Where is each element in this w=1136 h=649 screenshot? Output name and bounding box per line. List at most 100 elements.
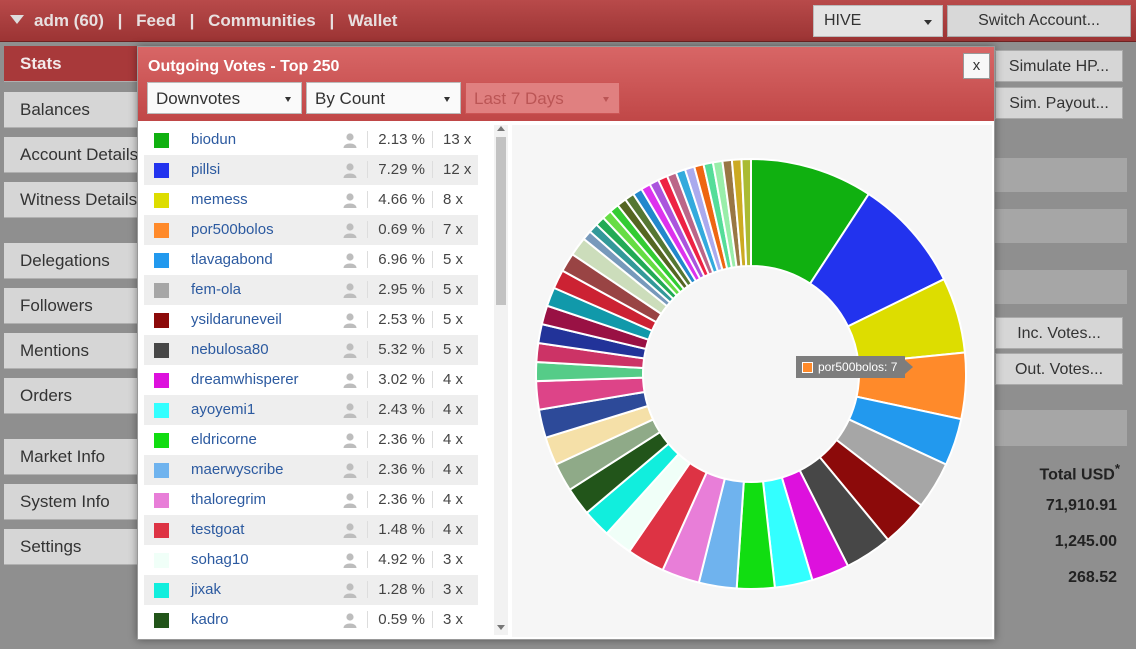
- voter-link[interactable]: eldricorne: [191, 431, 257, 448]
- vote-type-select[interactable]: Downvotes: [147, 82, 302, 114]
- sidebar-item-witness-details[interactable]: Witness Details: [4, 182, 144, 218]
- color-swatch: [154, 313, 169, 328]
- vote-count: 3 x: [432, 611, 478, 628]
- vote-count: 8 x: [432, 191, 478, 208]
- sidebar-item-followers[interactable]: Followers: [4, 288, 144, 324]
- user-icon[interactable]: [342, 252, 358, 268]
- top-bar: adm (60) | Feed | Communities | Wallet H…: [0, 0, 1136, 42]
- vote-percent: 1.28 %: [367, 581, 429, 598]
- background-panel: [995, 410, 1127, 446]
- simulate-hp-button[interactable]: Simulate HP...: [995, 50, 1123, 82]
- nav-separator: |: [189, 11, 195, 30]
- sidebar-item-balances[interactable]: Balances: [4, 92, 144, 128]
- color-swatch: [154, 403, 169, 418]
- voter-link[interactable]: pillsi: [191, 161, 220, 178]
- sort-value: By Count: [315, 89, 385, 108]
- total-usd-value: 71,910.91: [1045, 497, 1117, 514]
- color-swatch: [154, 523, 169, 538]
- account-menu[interactable]: adm (60): [34, 11, 104, 31]
- user-icon[interactable]: [342, 192, 358, 208]
- vote-percent: 5.32 %: [367, 341, 429, 358]
- vote-count: 4 x: [432, 521, 478, 538]
- user-icon[interactable]: [342, 432, 358, 448]
- donut-chart-area: por500bolos: 7: [512, 125, 992, 637]
- sidebar-item-market-info[interactable]: Market Info: [4, 439, 144, 475]
- color-swatch: [154, 133, 169, 148]
- sidebar-item-delegations[interactable]: Delegations: [4, 243, 144, 279]
- voter-link[interactable]: biodun: [191, 131, 236, 148]
- voter-link[interactable]: nebulosa80: [191, 341, 269, 358]
- list-item: kadro 0.59 % 3 x: [144, 605, 478, 635]
- vote-count: 4 x: [432, 431, 478, 448]
- color-swatch: [154, 223, 169, 238]
- voter-link[interactable]: tlavagabond: [191, 251, 273, 268]
- voter-link[interactable]: ayoyemi1: [191, 401, 255, 418]
- vote-percent: 2.36 %: [367, 461, 429, 478]
- user-icon[interactable]: [342, 462, 358, 478]
- sidebar-item-system-info[interactable]: System Info: [4, 484, 144, 520]
- chevron-down-icon: [444, 97, 450, 102]
- list-item: fem-ola 2.95 % 5 x: [144, 275, 478, 305]
- user-icon[interactable]: [342, 612, 358, 628]
- color-swatch: [154, 553, 169, 568]
- voter-link[interactable]: thaloregrim: [191, 491, 266, 508]
- outgoing-votes-dialog: Outgoing Votes - Top 250 x Downvotes By …: [137, 46, 995, 640]
- user-icon[interactable]: [342, 552, 358, 568]
- nav-wallet[interactable]: Wallet: [348, 11, 397, 31]
- scroll-up-icon[interactable]: [497, 126, 505, 131]
- nav-communities[interactable]: Communities: [208, 11, 316, 31]
- sim-payout-button[interactable]: Sim. Payout...: [995, 87, 1123, 119]
- vote-percent: 4.92 %: [367, 551, 429, 568]
- menu-caret-icon[interactable]: [10, 15, 24, 24]
- list-scrollbar[interactable]: [494, 125, 508, 635]
- user-icon[interactable]: [342, 522, 358, 538]
- voter-link[interactable]: memess: [191, 191, 248, 208]
- list-item: jixak 1.28 % 3 x: [144, 575, 478, 605]
- color-swatch: [154, 493, 169, 508]
- user-icon[interactable]: [342, 132, 358, 148]
- switch-account-button[interactable]: Switch Account...: [947, 5, 1131, 37]
- scrollbar-thumb[interactable]: [496, 137, 506, 305]
- sort-select[interactable]: By Count: [306, 82, 461, 114]
- user-icon[interactable]: [342, 582, 358, 598]
- user-icon[interactable]: [342, 342, 358, 358]
- total-usd-value: 1,245.00: [1054, 533, 1117, 550]
- vote-count: 4 x: [432, 491, 478, 508]
- vote-percent: 1.48 %: [367, 521, 429, 538]
- nav-feed[interactable]: Feed: [136, 11, 176, 31]
- sidebar-item-account-details[interactable]: Account Details: [4, 137, 144, 173]
- user-icon[interactable]: [342, 402, 358, 418]
- voter-link[interactable]: maerwyscribe: [191, 461, 284, 478]
- chevron-down-icon: [603, 97, 609, 102]
- voter-link[interactable]: fem-ola: [191, 281, 241, 298]
- list-item: pillsi 7.29 % 12 x: [144, 155, 478, 185]
- user-icon[interactable]: [342, 282, 358, 298]
- voter-link[interactable]: ysildaruneveil: [191, 311, 282, 328]
- voter-link[interactable]: jixak: [191, 581, 221, 598]
- vote-count: 12 x: [432, 161, 478, 178]
- outgoing-votes-button[interactable]: Out. Votes...: [995, 353, 1123, 385]
- user-icon[interactable]: [342, 162, 358, 178]
- tooltip-swatch: [802, 362, 813, 373]
- sidebar-item-stats[interactable]: Stats: [4, 46, 144, 82]
- list-item: eldricorne 2.36 % 4 x: [144, 425, 478, 455]
- user-icon[interactable]: [342, 492, 358, 508]
- vote-count: 4 x: [432, 371, 478, 388]
- voter-link[interactable]: dreamwhisperer: [191, 371, 299, 388]
- background-panel: [995, 270, 1127, 304]
- sidebar-item-settings[interactable]: Settings: [4, 529, 144, 565]
- voter-link[interactable]: testgoat: [191, 521, 244, 538]
- voter-link[interactable]: kadro: [191, 611, 229, 628]
- sidebar-item-mentions[interactable]: Mentions: [4, 333, 144, 369]
- user-icon[interactable]: [342, 222, 358, 238]
- currency-select[interactable]: HIVE: [813, 5, 943, 37]
- close-button[interactable]: x: [963, 53, 990, 79]
- incoming-votes-button[interactable]: Inc. Votes...: [995, 317, 1123, 349]
- background-panel: [995, 209, 1127, 243]
- sidebar-item-orders[interactable]: Orders: [4, 378, 144, 414]
- voter-link[interactable]: por500bolos: [191, 221, 274, 238]
- user-icon[interactable]: [342, 312, 358, 328]
- voter-link[interactable]: sohag10: [191, 551, 249, 568]
- scroll-down-icon[interactable]: [497, 625, 505, 630]
- user-icon[interactable]: [342, 372, 358, 388]
